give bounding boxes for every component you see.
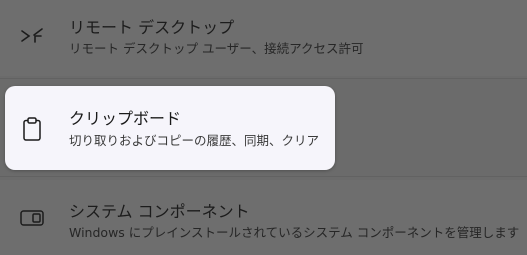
divider xyxy=(0,176,527,177)
settings-item-clipboard[interactable]: クリップボード 切り取りおよびコピーの履歴、同期、クリア xyxy=(5,86,335,170)
settings-item-title: システム コンポーネント xyxy=(69,202,250,221)
settings-item-title: クリップボード xyxy=(69,109,182,128)
remote-desktop-icon xyxy=(18,22,46,50)
clipboard-icon xyxy=(18,115,46,143)
settings-item-title: リモート デスクトップ xyxy=(69,18,235,37)
divider xyxy=(0,78,527,79)
settings-item-description: Windows にプレインストールされているシステム コンポーネントを管理します xyxy=(69,225,520,240)
settings-item-remote-desktop[interactable]: リモート デスクトップ リモート デスクトップ ユーザー、接続アクセス許可 xyxy=(0,0,527,76)
system-components-icon xyxy=(18,204,46,232)
settings-item-description: 切り取りおよびコピーの履歴、同期、クリア xyxy=(69,133,320,148)
settings-item-system-components[interactable]: システム コンポーネント Windows にプレインストールされているシステム … xyxy=(0,180,527,255)
settings-item-description: リモート デスクトップ ユーザー、接続アクセス許可 xyxy=(69,41,364,56)
